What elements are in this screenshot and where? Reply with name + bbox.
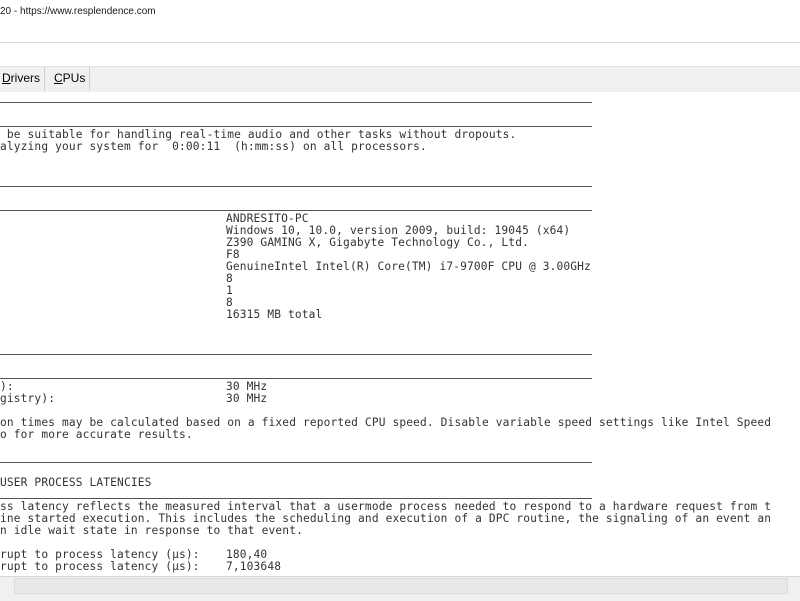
window-title: 20 - https://www.resplendence.com (0, 6, 156, 17)
divider (0, 498, 592, 499)
intro-line-2: alyzing your system for 0:00:11 (h:mm:ss… (0, 140, 427, 153)
avg-latency-label: rupt to process latency (µs): (0, 560, 200, 573)
description-line-3: n idle wait state in response to that ev… (0, 524, 303, 537)
cpu-value: GenuineIntel Intel(R) Core(TM) i7-9700F … (226, 260, 591, 273)
tab-drivers-label: rivers (10, 71, 41, 85)
tab-strip: Drivers CPUs (0, 66, 800, 93)
divider (0, 126, 592, 127)
tab-cpus[interactable]: CPUs (50, 67, 91, 91)
divider (0, 102, 592, 103)
horizontal-scrollbar[interactable] (14, 578, 788, 594)
cpu-speed-value-2: 30 MHz (226, 392, 268, 405)
avg-latency-value: 7,103648 (226, 560, 282, 573)
divider (0, 210, 592, 211)
tab-drivers-accel: D (2, 71, 11, 85)
cpu-speed-label-2: gistry): (0, 392, 56, 405)
section-heading: USER PROCESS LATENCIES (0, 476, 152, 489)
divider (0, 378, 592, 379)
divider (0, 186, 592, 187)
divider (0, 354, 592, 355)
tab-drivers[interactable]: Drivers (0, 67, 46, 91)
note-line-2: o for more accurate results. (0, 428, 193, 441)
tab-cpus-label: PUs (62, 71, 86, 85)
divider (0, 462, 592, 463)
window-titlebar: 20 - https://www.resplendence.com (0, 0, 800, 43)
memory-value: 16315 MB total (226, 308, 323, 321)
report-panel[interactable]: be suitable for handling real-time audio… (0, 92, 800, 576)
motherboard-value: Z390 GAMING X, Gigabyte Technology Co., … (226, 236, 529, 249)
tab-cpus-accel: C (54, 71, 63, 85)
